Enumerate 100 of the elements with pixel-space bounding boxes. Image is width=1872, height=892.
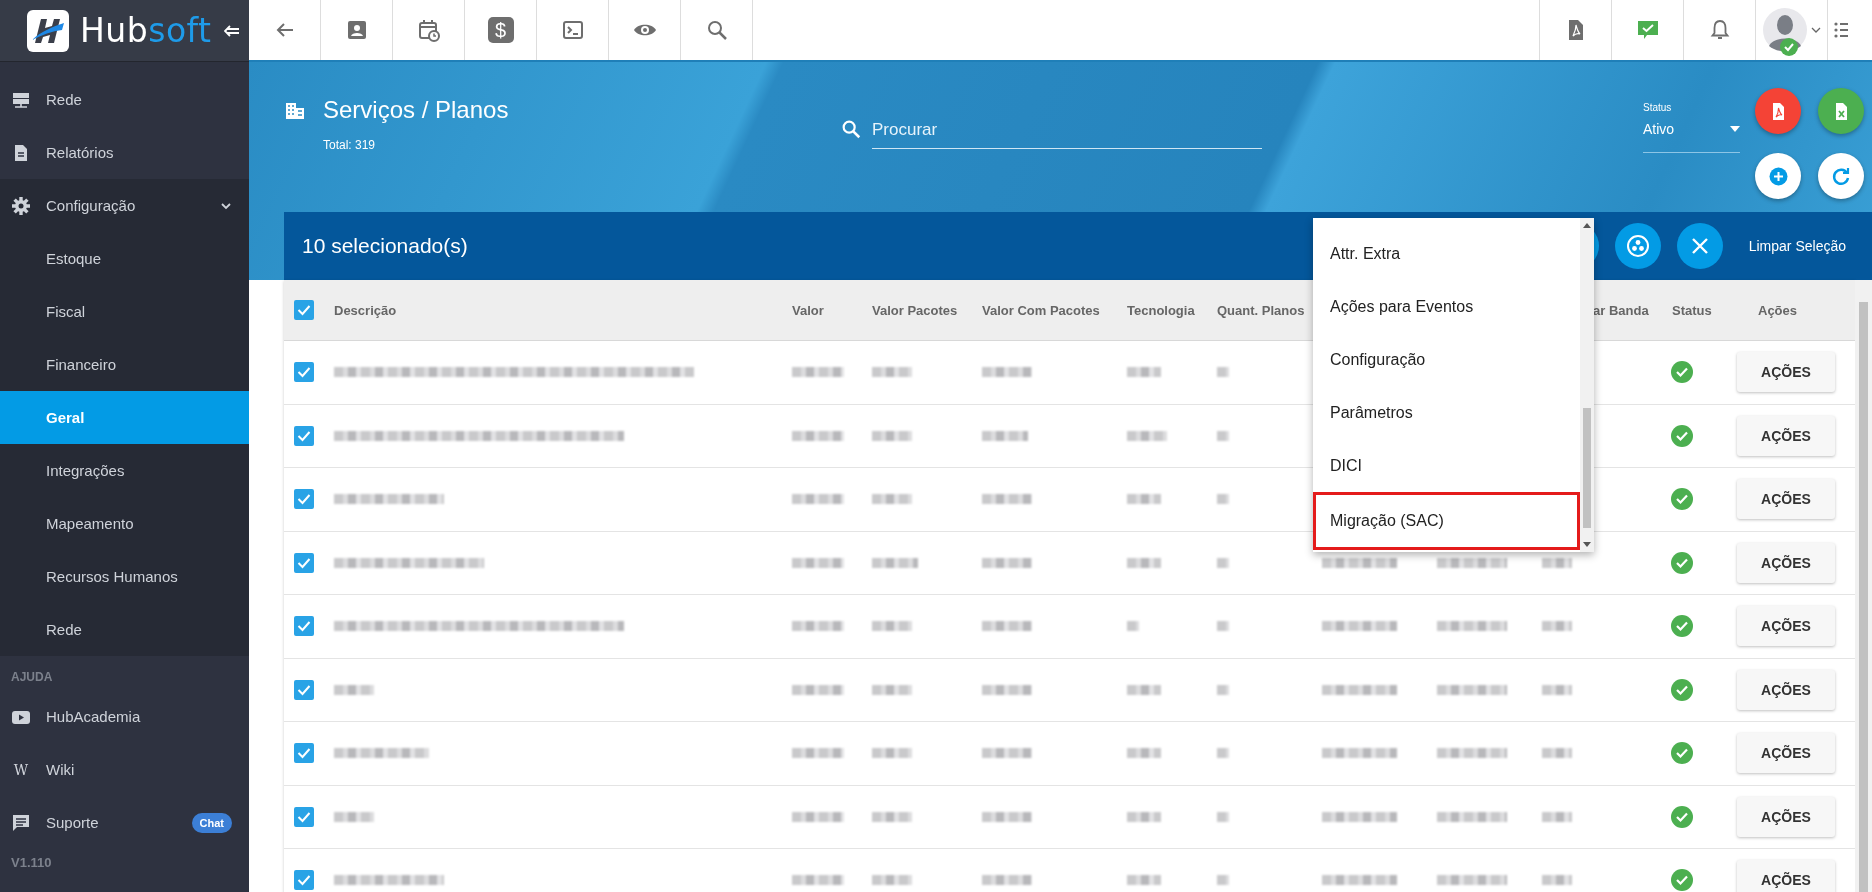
row-checkbox[interactable] — [294, 552, 314, 573]
add-button[interactable] — [1755, 153, 1801, 199]
blurred-text — [982, 430, 1028, 441]
row-checkbox[interactable] — [294, 806, 314, 827]
select-all-checkbox[interactable] — [294, 300, 314, 320]
actions-button[interactable]: AÇÕES — [1737, 542, 1835, 583]
column-header[interactable]: Tecnologia — [1127, 302, 1195, 318]
actions-button[interactable]: AÇÕES — [1737, 479, 1835, 520]
row-checkbox[interactable] — [294, 743, 314, 764]
blurred-text — [982, 557, 1032, 568]
blurred-text — [1542, 875, 1572, 886]
money-icon[interactable]: $ — [487, 17, 514, 43]
menu-item[interactable]: Configuração — [1313, 333, 1580, 386]
selection-count: 10 selecionado(s) — [302, 234, 468, 258]
refresh-button[interactable] — [1818, 153, 1864, 199]
menu-item[interactable]: Ações para Eventos — [1313, 280, 1580, 333]
sidebar-item[interactable]: Configuração — [0, 179, 249, 232]
blurred-text — [1542, 811, 1572, 822]
blurred-text — [872, 494, 912, 505]
sidebar-item[interactable]: Integrações — [0, 444, 249, 497]
sidebar-item[interactable]: Recursos Humanos — [0, 550, 249, 603]
pdf-button[interactable] — [1755, 88, 1801, 134]
sidebar-item[interactable]: Suporte Chat — [0, 796, 249, 849]
column-header[interactable]: Status — [1672, 302, 1712, 318]
blurred-text — [1217, 494, 1229, 505]
row-checkbox[interactable] — [294, 425, 314, 446]
close-button[interactable] — [1676, 223, 1723, 269]
calendar-clock-icon[interactable] — [416, 18, 441, 42]
actions-button[interactable]: AÇÕES — [1737, 352, 1835, 393]
blurred-text — [872, 557, 918, 568]
sidebar-item[interactable]: Mapeamento — [0, 497, 249, 550]
blurred-text — [1217, 367, 1229, 378]
logo-icon — [26, 8, 70, 53]
blurred-text — [1542, 748, 1572, 759]
sidebar-item[interactable]: Fiscal — [0, 285, 249, 338]
blurred-text — [792, 811, 844, 822]
blurred-text — [1217, 621, 1229, 632]
spreadsheet-button[interactable] — [1818, 88, 1864, 134]
column-header[interactable]: Descrição — [334, 302, 397, 318]
row-checkbox[interactable] — [294, 616, 314, 637]
actions-button[interactable]: AÇÕES — [1737, 606, 1835, 647]
scrollbar[interactable] — [1580, 218, 1594, 552]
terminal-icon[interactable] — [560, 18, 585, 42]
chevron-down-icon[interactable] — [1810, 27, 1821, 33]
blurred-text — [1437, 875, 1507, 886]
scrollbar[interactable] — [1855, 280, 1872, 892]
blurred-text — [1437, 748, 1507, 759]
column-header[interactable]: Valor — [792, 302, 824, 318]
blurred-text — [982, 811, 1032, 822]
blurred-text — [1127, 621, 1139, 632]
menu-item[interactable]: DICI — [1313, 439, 1580, 492]
blurred-text — [1127, 875, 1161, 886]
building-icon — [285, 100, 305, 120]
blurred-text — [334, 811, 374, 822]
actions-button[interactable]: AÇÕES — [1737, 415, 1835, 456]
sidebar-item[interactable]: Estoque — [0, 232, 249, 285]
blurred-text — [792, 557, 844, 568]
column-header[interactable]: Ações — [1758, 302, 1798, 318]
close-icon — [1689, 236, 1710, 256]
column-header[interactable]: Quant. Planos — [1217, 302, 1305, 318]
list-menu-icon[interactable] — [1834, 20, 1848, 40]
blurred-text — [982, 367, 1032, 378]
sidebar-item[interactable]: Financeiro — [0, 338, 249, 391]
actions-button[interactable]: AÇÕES — [1737, 669, 1835, 710]
sidebar-item[interactable]: Rede — [0, 73, 249, 126]
sidebar-item[interactable]: HubAcademia — [0, 690, 249, 743]
blurred-text — [792, 875, 844, 886]
sidebar-item[interactable]: W Wiki — [0, 743, 249, 796]
collapse-icon[interactable] — [223, 23, 240, 38]
actions-button[interactable]: AÇÕES — [1737, 796, 1835, 837]
dots-circle-icon — [1625, 234, 1650, 258]
blurred-text — [1127, 684, 1161, 695]
sidebar-item[interactable]: Rede — [0, 603, 249, 656]
blurred-text — [1127, 430, 1167, 441]
status-select[interactable]: Status Ativo — [1643, 102, 1740, 153]
sidebar-item[interactable]: Relatórios — [0, 126, 249, 179]
menu-item[interactable]: Migração (SAC) — [1313, 492, 1580, 550]
blurred-text — [872, 430, 912, 441]
menu-item[interactable]: Parâmetros — [1313, 386, 1580, 439]
blurred-text — [982, 684, 1032, 695]
column-header[interactable]: ar Banda — [1593, 302, 1649, 318]
column-header[interactable]: Valor Com Pacotes — [982, 302, 1100, 318]
menu-item[interactable]: Attr. Extra — [1313, 227, 1580, 280]
actions-button[interactable]: AÇÕES — [1737, 733, 1835, 774]
row-checkbox[interactable] — [294, 489, 314, 510]
clear-selection-button[interactable]: Limpar Seleção — [1742, 237, 1852, 255]
blurred-text — [1437, 684, 1507, 695]
blurred-text — [1217, 875, 1229, 886]
blurred-text — [1217, 430, 1229, 441]
row-checkbox[interactable] — [294, 362, 314, 383]
actions-button[interactable]: AÇÕES — [1737, 860, 1835, 892]
row-checkbox[interactable] — [294, 870, 314, 891]
blurred-text — [982, 494, 1032, 505]
blurred-text — [872, 811, 912, 822]
search-field[interactable]: Procurar — [872, 118, 1262, 149]
share-button[interactable] — [1614, 223, 1661, 269]
column-header[interactable]: Valor Pacotes — [872, 302, 958, 318]
blurred-text — [872, 367, 912, 378]
blurred-text — [1127, 367, 1161, 378]
row-checkbox[interactable] — [294, 679, 314, 700]
